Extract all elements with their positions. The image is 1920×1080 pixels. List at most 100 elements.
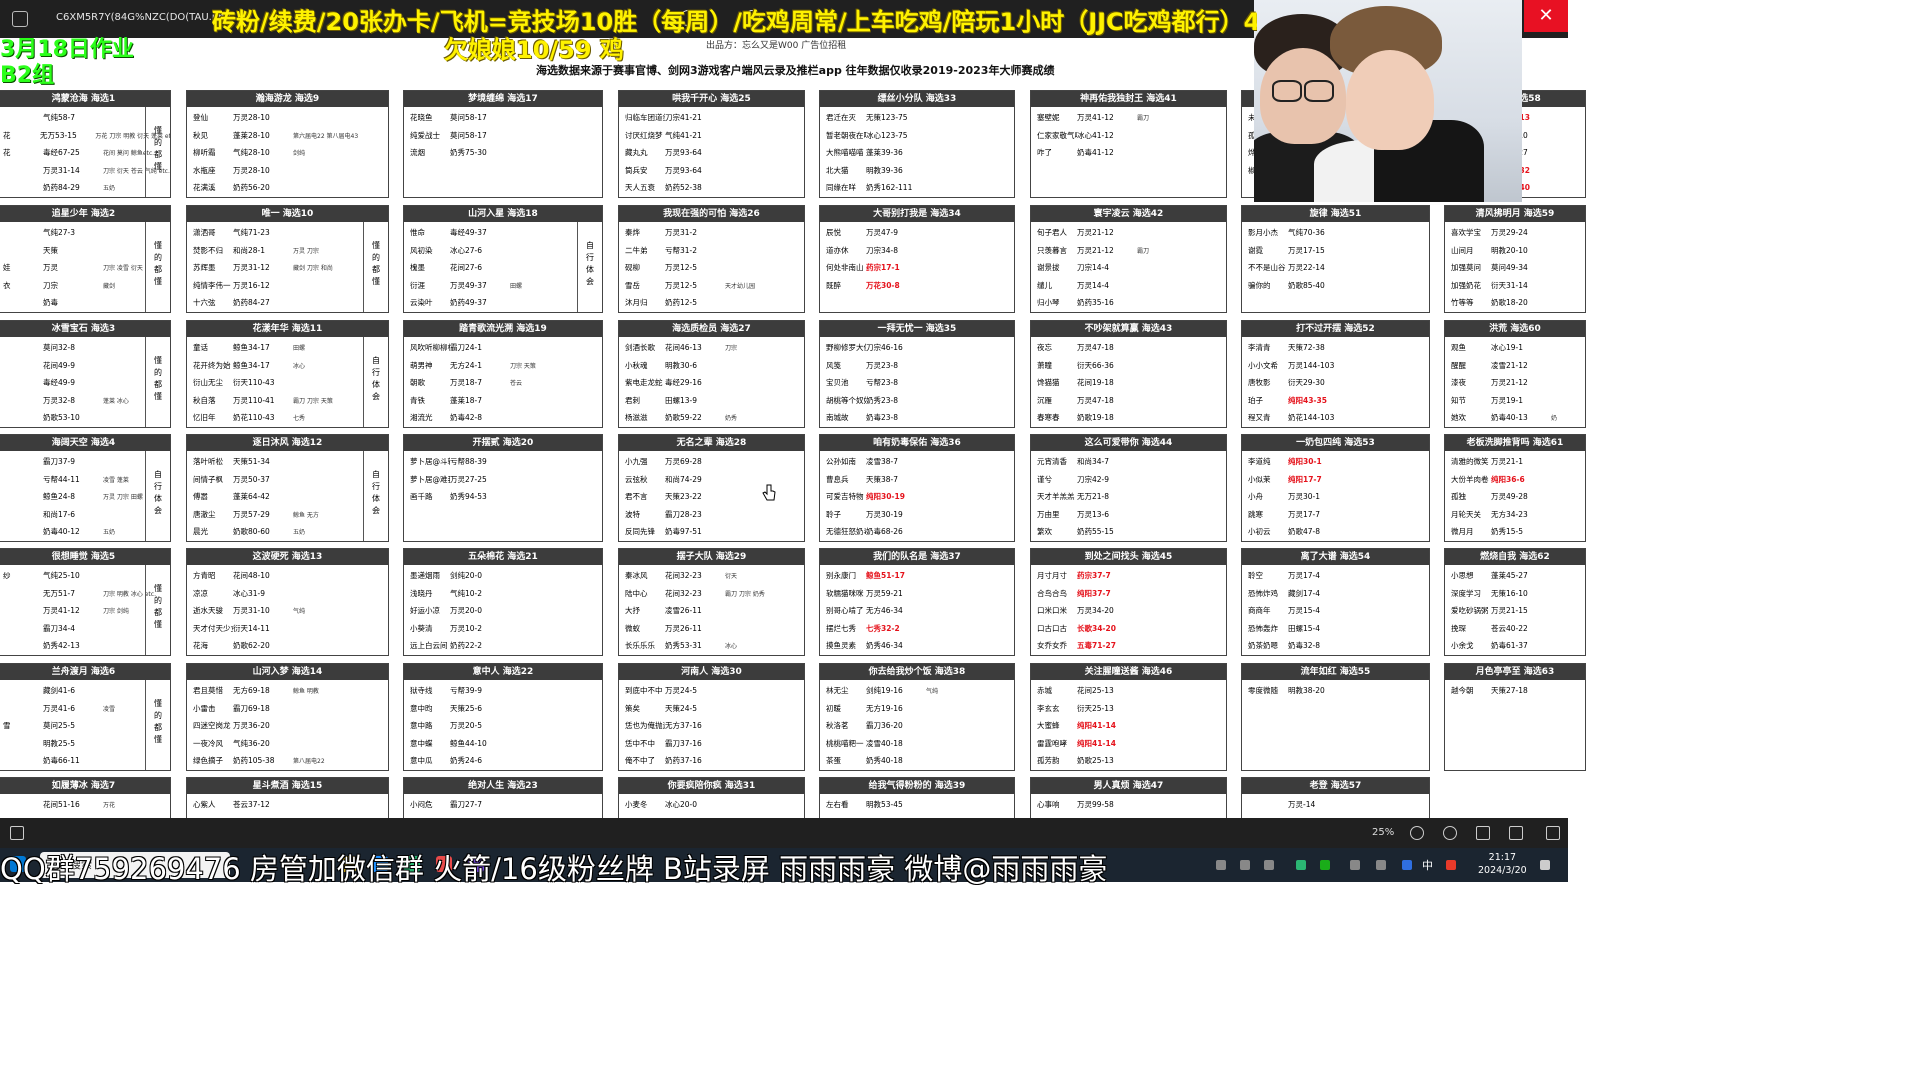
player-name: 初暖 xyxy=(826,703,841,713)
player-name: 童话 xyxy=(193,343,208,353)
team-card-title: 流年如红 海选55 xyxy=(1242,664,1429,680)
notification-icon[interactable] xyxy=(1540,860,1550,870)
tray-icon[interactable] xyxy=(1216,860,1226,870)
team-card-rows: 潇洒哥 气纯71-23 焚影不归 和尚28-1 万灵 刀宗 苏辉墨 万灵31-12 藏剑 刀宗… xyxy=(187,224,388,312)
player-record: 奶药84-29 xyxy=(43,183,80,193)
zoom-in-icon[interactable] xyxy=(1443,826,1457,840)
player-record: 万灵21-12 xyxy=(1077,228,1114,238)
player-record: 奶毒23-8 xyxy=(866,413,899,423)
player-row: 登仙 万灵28-10 xyxy=(187,109,388,127)
player-record: 气纯27-3 xyxy=(43,228,76,238)
player-record: 纯阳41-14 xyxy=(1077,721,1116,731)
tray-icon[interactable] xyxy=(1320,860,1330,870)
player-record: 万灵26-11 xyxy=(665,623,702,633)
player-record: 万灵31-14 xyxy=(43,165,80,175)
player-name: 策矣 xyxy=(625,703,640,713)
player-row: 程又青 奶花144-103 xyxy=(1242,409,1429,427)
player-name: 萧瞳 xyxy=(1037,360,1052,370)
volume-icon[interactable] xyxy=(1376,860,1386,870)
player-record: 衍天66-36 xyxy=(1077,360,1114,370)
player-row: 宝贝池 亏帮23-8 xyxy=(820,374,1014,392)
team-card-rows: 惟命 毒经49-37 风初染 冰心27-6 槐墨 花间27-6 衍涯 万灵49-37 田螺 云染叶… xyxy=(404,224,602,312)
player-name: 一夜冷风 xyxy=(193,738,223,748)
team-card-title: 追星少年 海选2 xyxy=(0,206,170,222)
player-row: 孤芳韵 奶歌25-13 xyxy=(1031,752,1226,770)
player-record: 纯阳37-7 xyxy=(1077,588,1111,598)
team-card-rows: 零度微随 明教38-20 xyxy=(1242,682,1429,770)
shield-icon[interactable] xyxy=(1402,860,1412,870)
player-note: 五奶 xyxy=(293,529,306,537)
player-name: 花 xyxy=(3,130,11,140)
player-record: 藏剑41-6 xyxy=(43,686,76,696)
player-row: 君迁在灭 无策123-75 xyxy=(820,109,1014,127)
player-record: 无方19-16 xyxy=(866,703,903,713)
player-record: 剑纯20-0 xyxy=(450,571,483,581)
player-record: 万灵15-4 xyxy=(1288,606,1321,616)
player-note: 五奶 xyxy=(103,529,116,537)
player-record: 花间49-9 xyxy=(43,360,76,370)
team-card: 洪荒 海选60 观鱼 冰心19-1 醒醒 凌雪21-12 漆夜 万灵21-12 知节 万灵19-… xyxy=(1444,320,1586,428)
player-record: 奶歌25-13 xyxy=(1077,756,1114,766)
player-record: 霸刀34-4 xyxy=(43,623,76,633)
filmstrip-icon[interactable] xyxy=(10,826,24,840)
team-card-rows: 野柳修罗大佛刀宗46-16风笺万灵23-8宝贝池亏帮23-8胡桃等个奴奴奶秀23… xyxy=(820,339,1014,427)
player-record: 万灵93-64 xyxy=(665,148,702,158)
close-button[interactable]: ✕ xyxy=(1524,0,1568,32)
player-record: 苍云37-12 xyxy=(233,800,270,810)
ime-indicator[interactable]: 中 xyxy=(1422,857,1433,873)
player-note: 奶秀 xyxy=(725,415,738,423)
player-name: 同缘在咩 xyxy=(826,183,856,193)
team-card-title: 五朵棉花 海选21 xyxy=(404,549,602,565)
player-row: 繁欢 奶药55-15 xyxy=(1031,523,1226,541)
player-record: 气纯28-10 xyxy=(233,148,270,158)
app-tray-icon[interactable] xyxy=(1446,860,1456,870)
player-row: 不不是山谷 万灵22-14 xyxy=(1242,259,1429,277)
player-record: 气纯70-36 xyxy=(1288,228,1325,238)
player-record: 毒经49-37 xyxy=(450,228,487,238)
player-name: 天才付天少女 xyxy=(193,623,233,633)
player-record: 奶歌85-40 xyxy=(1288,280,1325,290)
zoom-out-icon[interactable] xyxy=(1410,826,1424,840)
player-note: 万花 xyxy=(103,802,116,810)
player-row: 暂老朝夜在咩冰心123-75 xyxy=(820,127,1014,145)
player-row: 秋洛茗 霸刀36-20 xyxy=(820,717,1014,735)
player-name: 云染叶 xyxy=(410,298,433,308)
player-record: 霸刀28-23 xyxy=(665,509,702,519)
mic-icon[interactable] xyxy=(1264,860,1274,870)
player-row: 合鸟合鸟 纯阳37-7 xyxy=(1031,585,1226,603)
player-row: 别哥心啃了 无方46-34 xyxy=(820,602,1014,620)
player-name: 秋见 xyxy=(193,130,208,140)
player-name: 娃 xyxy=(3,263,11,273)
fit-icon[interactable] xyxy=(1476,826,1490,840)
player-name: 摸鱼灵素 xyxy=(826,641,856,651)
player-name: 无德狂怒奶毒 xyxy=(826,527,866,537)
player-note: 天才幼儿园 xyxy=(725,282,756,290)
player-name: 潇洒哥 xyxy=(193,228,216,238)
player-record: 奶秀15-5 xyxy=(1491,527,1524,537)
fullscreen-icon[interactable] xyxy=(1546,826,1560,840)
wechat-tray-icon[interactable] xyxy=(1296,860,1306,870)
taskbar-clock[interactable]: 21:17 2024/3/20 xyxy=(1478,851,1527,877)
player-name: 暂老朝夜在咩 xyxy=(826,130,866,140)
player-record: 奶药105-38 xyxy=(233,756,275,766)
player-record: 霸刀37-9 xyxy=(43,457,76,467)
player-row: 长乐乐乐 奶秀53-31 冰心 xyxy=(619,637,804,655)
network-icon[interactable] xyxy=(1350,860,1360,870)
team-card-title: 打不过开摆 海选52 xyxy=(1242,321,1429,337)
side-comment: 自行体会 xyxy=(372,356,380,401)
player-name: 聆子 xyxy=(826,509,841,519)
team-card-rows: 秦烨 万灵31-2 二牛弟 亏帮31-2 砚柳 万灵12-5 雪岳 万灵12-5 天才幼儿园 沐月… xyxy=(619,224,804,312)
tray-icon[interactable] xyxy=(1240,860,1250,870)
side-comment: 懂的都懂 xyxy=(154,584,162,629)
player-record: 万灵27-25 xyxy=(450,474,487,484)
player-name: 南城故 xyxy=(826,413,849,423)
team-card-rows: 赤城 花间25-13 李玄玄 衍天25-13 大蜜蜂 纯阳41-14 雷霆咆哮 纯阳41-14… xyxy=(1031,682,1226,770)
player-row: 萝卜居@斗转亏帮88-39 xyxy=(404,453,602,471)
player-row: 小似茉 纯阳17-7 xyxy=(1242,471,1429,489)
team-card-rows: 喜欢学宝 万灵29-24 山间月 明教20-10 加强莫问 莫问49-34 加强奶花 衍天31… xyxy=(1445,224,1585,312)
actual-size-icon[interactable] xyxy=(1509,826,1523,840)
player-name: 陆中心 xyxy=(625,588,648,598)
player-row: 凉凉 冰心31-9 xyxy=(187,585,388,603)
webcam-feed xyxy=(1254,0,1522,202)
player-name: 傅嚣 xyxy=(193,492,208,502)
